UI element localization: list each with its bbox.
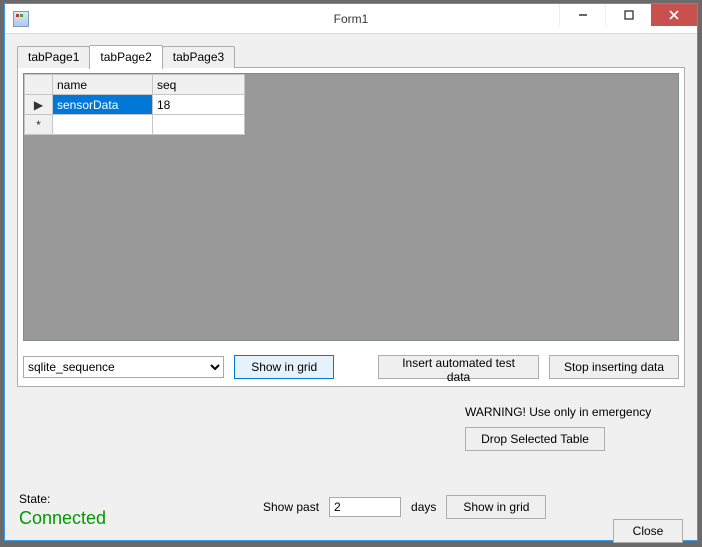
datagrid-container[interactable]: name seq ▶ sensorData 18 * bbox=[23, 73, 679, 341]
row-indicator-current: ▶ bbox=[25, 95, 53, 115]
tab-page3[interactable]: tabPage3 bbox=[162, 46, 235, 68]
maximize-button[interactable] bbox=[605, 4, 651, 26]
tab-page2[interactable]: tabPage2 bbox=[89, 45, 162, 69]
show-in-grid-button[interactable]: Show in grid bbox=[234, 355, 334, 379]
tab-content: name seq ▶ sensorData 18 * bbox=[17, 67, 685, 387]
days-label: days bbox=[411, 500, 436, 514]
minimize-icon bbox=[578, 10, 588, 20]
grid-header-name[interactable]: name bbox=[53, 75, 153, 95]
stop-inserting-button[interactable]: Stop inserting data bbox=[549, 355, 679, 379]
client-area: tabPage1 tabPage2 tabPage3 name seq ▶ se… bbox=[5, 34, 697, 540]
show-past-row: Show past days Show in grid bbox=[263, 495, 546, 519]
tab-page1[interactable]: tabPage1 bbox=[17, 46, 90, 68]
cell-name[interactable]: sensorData bbox=[53, 95, 153, 115]
insert-test-data-button[interactable]: Insert automated test data bbox=[378, 355, 539, 379]
state-block: State: Connected bbox=[19, 492, 106, 529]
maximize-icon bbox=[624, 10, 634, 20]
app-icon bbox=[13, 11, 29, 27]
show-past-in-grid-button[interactable]: Show in grid bbox=[446, 495, 546, 519]
close-icon bbox=[668, 9, 680, 21]
grid-corner[interactable] bbox=[25, 75, 53, 95]
window-frame: Form1 tabPage1 tabPage2 tabPage3 bbox=[4, 3, 698, 541]
cell-empty[interactable] bbox=[53, 115, 153, 135]
grid-header-seq[interactable]: seq bbox=[153, 75, 245, 95]
tabstrip: tabPage1 tabPage2 tabPage3 bbox=[17, 44, 685, 68]
table-row[interactable]: ▶ sensorData 18 bbox=[25, 95, 245, 115]
cell-seq[interactable]: 18 bbox=[153, 95, 245, 115]
state-value: Connected bbox=[19, 508, 106, 529]
table-row-new[interactable]: * bbox=[25, 115, 245, 135]
datagrid[interactable]: name seq ▶ sensorData 18 * bbox=[24, 74, 245, 135]
lower-panel: WARNING! Use only in emergency Drop Sele… bbox=[17, 387, 685, 547]
grid-button-row: sqlite_sequence Show in grid Insert auto… bbox=[23, 355, 679, 379]
close-button[interactable]: Close bbox=[613, 519, 683, 543]
warning-text: WARNING! Use only in emergency bbox=[465, 405, 651, 419]
titlebar[interactable]: Form1 bbox=[5, 4, 697, 34]
days-input[interactable] bbox=[329, 497, 401, 517]
table-select[interactable]: sqlite_sequence bbox=[23, 356, 224, 378]
show-past-label: Show past bbox=[263, 500, 319, 514]
drop-table-button[interactable]: Drop Selected Table bbox=[465, 427, 605, 451]
warning-block: WARNING! Use only in emergency Drop Sele… bbox=[465, 405, 651, 451]
minimize-button[interactable] bbox=[559, 4, 605, 26]
state-label: State: bbox=[19, 492, 106, 506]
window-close-button[interactable] bbox=[651, 4, 697, 26]
cell-empty[interactable] bbox=[153, 115, 245, 135]
row-indicator-new: * bbox=[25, 115, 53, 135]
